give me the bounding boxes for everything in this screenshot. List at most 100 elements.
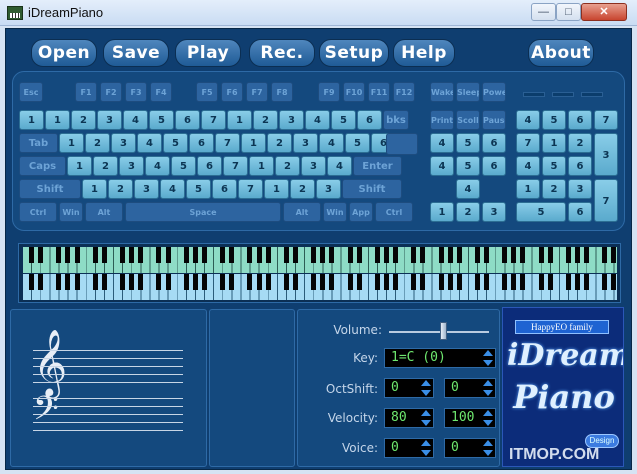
octshift-right-field[interactable]: 0 [444,378,496,398]
piano-black-key[interactable] [256,274,262,290]
piano-black-key[interactable] [602,247,608,263]
key-4[interactable]: 4 [516,110,540,130]
piano-black-key[interactable] [538,274,544,290]
piano-black-key[interactable] [292,247,298,263]
piano-black-key[interactable] [229,247,235,263]
key-win[interactable]: Win [323,202,347,222]
key-alt[interactable]: Alt [283,202,321,222]
key-pause[interactable]: Pause [482,110,506,130]
key-f11[interactable]: F11 [368,82,390,102]
piano-black-key[interactable] [29,274,34,290]
piano-black-key[interactable] [547,247,553,263]
piano-black-key[interactable] [74,274,80,290]
piano-black-key[interactable] [165,247,171,263]
key-tab[interactable]: Tab [19,133,58,153]
piano-black-key[interactable] [511,274,517,290]
key-ctrl[interactable]: Ctrl [19,202,57,222]
key-6[interactable]: 6 [175,110,200,130]
key-2[interactable]: 2 [267,133,292,153]
key-3[interactable]: 3 [594,133,618,176]
piano-black-key[interactable] [120,274,125,290]
key-7[interactable]: 7 [516,133,540,153]
piano-black-key[interactable] [183,274,189,290]
piano-black-key[interactable] [329,247,335,263]
open-button[interactable]: Open [31,39,97,67]
key-2[interactable]: 2 [456,202,480,222]
key-f2[interactable]: F2 [100,82,122,102]
key-3[interactable]: 3 [119,156,144,176]
piano-black-key[interactable] [456,274,462,290]
piano-black-key[interactable] [56,274,62,290]
key-spinner-icon[interactable] [483,350,493,366]
piano-black-key[interactable] [283,247,289,263]
key-1[interactable]: 1 [67,156,92,176]
rec-button[interactable]: Rec. [249,39,315,67]
key-wake[interactable]: Wake [430,82,454,102]
key-sleep[interactable]: Sleep [456,82,480,102]
piano-black-key[interactable] [420,274,426,290]
piano-black-key[interactable] [292,274,298,290]
key-5[interactable]: 5 [456,156,480,176]
piano-black-key[interactable] [92,274,98,290]
close-button[interactable]: ✕ [581,3,627,21]
piano-black-key[interactable] [511,247,517,263]
spinner-icon[interactable] [483,410,493,426]
piano-black-key[interactable] [247,247,253,263]
piano-black-key[interactable] [65,274,71,290]
key-7[interactable]: 7 [215,133,240,153]
piano-black-key[interactable] [456,247,462,263]
piano-black-key[interactable] [575,247,580,263]
piano-black-key[interactable] [247,274,253,290]
key-1[interactable]: 1 [45,110,70,130]
key-5[interactable]: 5 [163,133,188,153]
piano-black-key[interactable] [38,247,44,263]
piano-black-key[interactable] [165,274,171,290]
key-f10[interactable]: F10 [343,82,365,102]
volume-slider-thumb[interactable] [440,322,447,340]
key-3[interactable]: 3 [111,133,136,153]
piano-black-key[interactable] [393,274,398,290]
key-caps[interactable]: Caps [19,156,66,176]
key-5[interactable]: 5 [345,133,370,153]
key-4[interactable]: 4 [430,133,454,153]
piano-black-key[interactable] [283,274,289,290]
piano-black-key[interactable] [502,247,508,263]
maximize-button[interactable]: □ [556,3,581,21]
piano-black-key[interactable] [520,247,526,263]
key-3[interactable]: 3 [568,179,592,199]
volume-slider-track[interactable] [389,331,489,333]
octshift-left-field[interactable]: 0 [384,378,434,398]
piano-black-key[interactable] [383,274,389,290]
piano-black-key[interactable] [220,274,226,290]
key-6[interactable]: 6 [568,156,592,176]
key-4[interactable]: 4 [145,156,170,176]
key-1[interactable]: 1 [264,179,289,199]
key-f3[interactable]: F3 [125,82,147,102]
key-7[interactable]: 7 [594,179,618,222]
key-5[interactable]: 5 [149,110,174,130]
about-button[interactable]: About [528,39,594,67]
key-5[interactable]: 5 [331,110,356,130]
piano-black-key[interactable] [474,247,480,263]
piano-black-key[interactable] [474,274,480,290]
key-1[interactable]: 1 [19,110,44,130]
key-1[interactable]: 1 [249,156,274,176]
piano-row-lower[interactable] [23,274,617,300]
piano-black-key[interactable] [92,247,98,263]
piano-black-key[interactable] [420,247,426,263]
piano-black-key[interactable] [311,247,317,263]
key-2[interactable]: 2 [253,110,278,130]
key-win[interactable]: Win [59,202,83,222]
key-6[interactable]: 6 [482,133,506,153]
piano-black-key[interactable] [447,274,453,290]
key-7[interactable]: 7 [201,110,226,130]
piano-black-key[interactable] [192,274,198,290]
play-button[interactable]: Play [175,39,241,67]
key-5[interactable]: 5 [542,110,566,130]
spinner-icon[interactable] [483,440,493,456]
key-4[interactable]: 4 [516,156,540,176]
velocity-right-field[interactable]: 100 [444,408,496,428]
key-3[interactable]: 3 [97,110,122,130]
key-1[interactable]: 1 [59,133,84,153]
spinner-icon[interactable] [421,410,431,426]
